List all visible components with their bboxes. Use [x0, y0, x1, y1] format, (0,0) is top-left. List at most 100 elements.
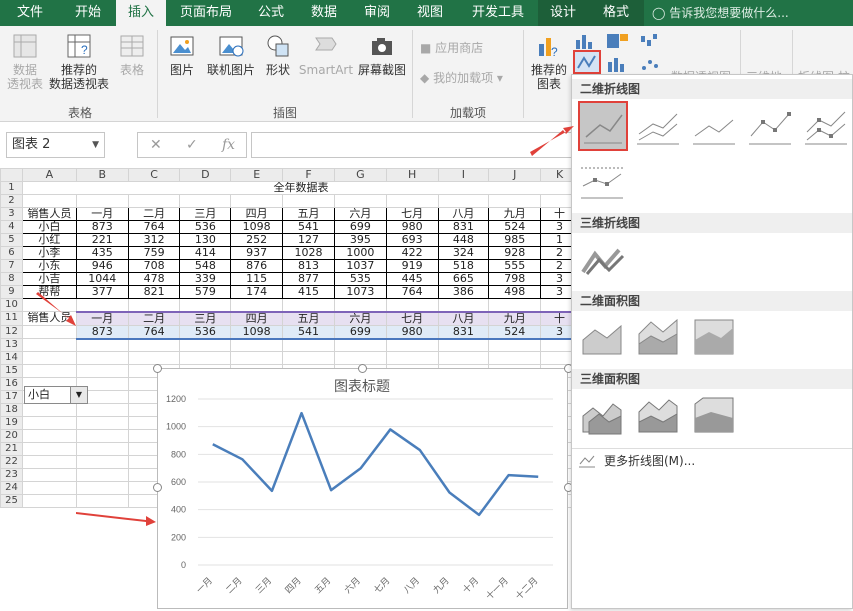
tab-home[interactable]: 开始 [60, 0, 116, 26]
pivottable-button[interactable]: 数据 透视表 [4, 32, 46, 91]
more-line-charts-link[interactable]: 更多折线图(M)... [572, 448, 852, 472]
cell[interactable] [22, 443, 76, 456]
column-chart-icon[interactable] [573, 32, 597, 50]
shapes-button[interactable]: 形状 [260, 32, 296, 77]
chart-type-100-line-markers[interactable] [578, 159, 624, 201]
data-cell[interactable]: 小白 [22, 221, 76, 234]
waterfall-chart-icon[interactable] [638, 32, 664, 50]
hierarchy-chart-icon[interactable] [604, 32, 634, 50]
salesperson-combo[interactable]: 小白▼ [24, 386, 88, 404]
data-cell[interactable]: 498 [489, 286, 541, 299]
column-header[interactable]: H [386, 169, 438, 182]
data-cell[interactable]: 312 [128, 234, 180, 247]
lookup-header-cell[interactable]: 一月 [76, 312, 128, 326]
tab-page-layout[interactable]: 页面布局 [166, 0, 246, 26]
data-cell[interactable]: 445 [386, 273, 438, 286]
data-cell[interactable]: 759 [128, 247, 180, 260]
cell[interactable] [76, 469, 128, 482]
chart-type-stacked-line[interactable] [634, 105, 680, 147]
header-cell[interactable]: 九月 [489, 208, 541, 221]
row-header[interactable]: 6 [1, 247, 23, 260]
line-chart[interactable]: 图表标题020040060080010001200一月二月三月四月五月六月七月八… [157, 368, 568, 609]
cell[interactable] [22, 495, 76, 508]
cell[interactable] [76, 430, 128, 443]
data-cell[interactable]: 708 [128, 260, 180, 273]
header-cell[interactable]: 销售人员 [22, 208, 76, 221]
lookup-header-cell[interactable]: 五月 [283, 312, 335, 326]
cell[interactable] [76, 495, 128, 508]
cell[interactable] [22, 195, 76, 208]
online-pictures-button[interactable]: 联机图片 [204, 32, 258, 77]
data-cell[interactable]: 928 [489, 247, 541, 260]
lookup-value-cell[interactable]: 524 [489, 325, 541, 339]
data-cell[interactable]: 764 [128, 221, 180, 234]
cell[interactable] [128, 352, 180, 365]
data-cell[interactable]: 873 [76, 221, 128, 234]
data-cell[interactable]: 524 [489, 221, 541, 234]
cell[interactable] [334, 195, 386, 208]
lookup-value-cell[interactable]: 764 [128, 325, 180, 339]
column-header[interactable]: A [22, 169, 76, 182]
lookup-header-cell[interactable]: 九月 [489, 312, 541, 326]
data-cell[interactable]: 252 [231, 234, 283, 247]
data-cell[interactable]: 985 [489, 234, 541, 247]
lookup-header-cell[interactable]: 八月 [438, 312, 489, 326]
chart-type-stacked-line-markers[interactable] [802, 105, 848, 147]
data-cell[interactable]: 1000 [334, 247, 386, 260]
data-cell[interactable]: 937 [231, 247, 283, 260]
row-header[interactable]: 8 [1, 273, 23, 286]
data-cell[interactable]: 386 [438, 286, 489, 299]
row-header[interactable]: 16 [1, 378, 23, 391]
header-cell[interactable]: 四月 [231, 208, 283, 221]
cell[interactable] [22, 417, 76, 430]
header-cell[interactable]: 一月 [76, 208, 128, 221]
column-header[interactable]: C [128, 169, 180, 182]
column-header[interactable]: G [334, 169, 386, 182]
lookup-header-cell[interactable]: 六月 [334, 312, 386, 326]
data-cell[interactable]: 579 [180, 286, 231, 299]
row-header[interactable]: 18 [1, 404, 23, 417]
data-cell[interactable]: 946 [76, 260, 128, 273]
chart-type-100-line[interactable] [690, 105, 736, 147]
header-cell[interactable]: 二月 [128, 208, 180, 221]
cell[interactable] [489, 339, 541, 352]
row-header[interactable]: 17 [1, 391, 23, 404]
pictures-button[interactable]: 图片 [163, 32, 201, 77]
row-header[interactable]: 19 [1, 417, 23, 430]
cell[interactable] [231, 299, 283, 312]
data-cell[interactable]: 339 [180, 273, 231, 286]
tab-review[interactable]: 审阅 [352, 0, 402, 26]
data-cell[interactable]: 1098 [231, 221, 283, 234]
data-cell[interactable]: 813 [283, 260, 335, 273]
data-cell[interactable]: 980 [386, 221, 438, 234]
lookup-header-cell[interactable]: 三月 [180, 312, 231, 326]
recommended-pivottable-button[interactable]: ? 推荐的 数据透视表 [48, 32, 110, 91]
data-cell[interactable]: 798 [489, 273, 541, 286]
row-header[interactable]: 9 [1, 286, 23, 299]
row-header[interactable]: 21 [1, 443, 23, 456]
tell-me-search[interactable]: ◯ 告诉我您想要做什么... [652, 0, 789, 26]
cell[interactable] [180, 299, 231, 312]
cell[interactable] [489, 352, 541, 365]
cancel-icon[interactable]: ✕ [150, 137, 162, 153]
cell[interactable] [438, 299, 489, 312]
cell[interactable] [231, 352, 283, 365]
column-header[interactable]: J [489, 169, 541, 182]
data-cell[interactable]: 小东 [22, 260, 76, 273]
chart-type-100-area[interactable] [690, 315, 736, 357]
line-chart-button[interactable] [573, 50, 601, 74]
row-header[interactable]: 22 [1, 456, 23, 469]
app-store-button[interactable]: ■ 应用商店 [420, 40, 483, 56]
data-cell[interactable]: 130 [180, 234, 231, 247]
data-cell[interactable]: 535 [334, 273, 386, 286]
cell[interactable] [76, 352, 128, 365]
resize-handle[interactable] [358, 364, 367, 373]
row-header[interactable]: 4 [1, 221, 23, 234]
cell[interactable] [22, 430, 76, 443]
cell[interactable] [128, 299, 180, 312]
cell[interactable] [76, 365, 128, 378]
data-cell[interactable]: 395 [334, 234, 386, 247]
data-cell[interactable]: 699 [334, 221, 386, 234]
statistic-chart-icon[interactable] [604, 56, 634, 74]
data-cell[interactable]: 377 [76, 286, 128, 299]
